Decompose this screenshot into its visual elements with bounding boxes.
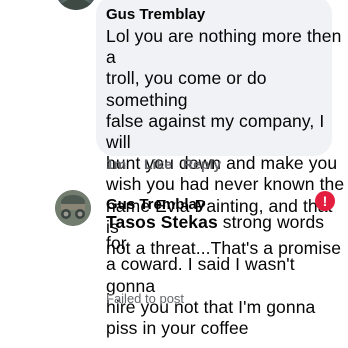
comment-actions: 1m Like Reply <box>106 156 221 172</box>
avatar[interactable] <box>55 0 97 10</box>
comment-text: Tasos Stekas strong words for a coward. … <box>106 212 326 339</box>
comment-timestamp[interactable]: 1m <box>106 156 144 172</box>
comment-author[interactable]: Gus Tremblay <box>106 196 205 213</box>
mention-link[interactable]: Tasos Stekas <box>106 212 218 232</box>
avatar[interactable] <box>55 190 91 226</box>
like-button[interactable]: Like <box>144 156 183 172</box>
failed-status: Failed to post <box>106 291 185 306</box>
comment-author[interactable]: Gus Tremblay <box>106 6 205 23</box>
reply-button[interactable]: Reply <box>183 156 221 172</box>
error-icon[interactable]: ! <box>315 191 335 211</box>
